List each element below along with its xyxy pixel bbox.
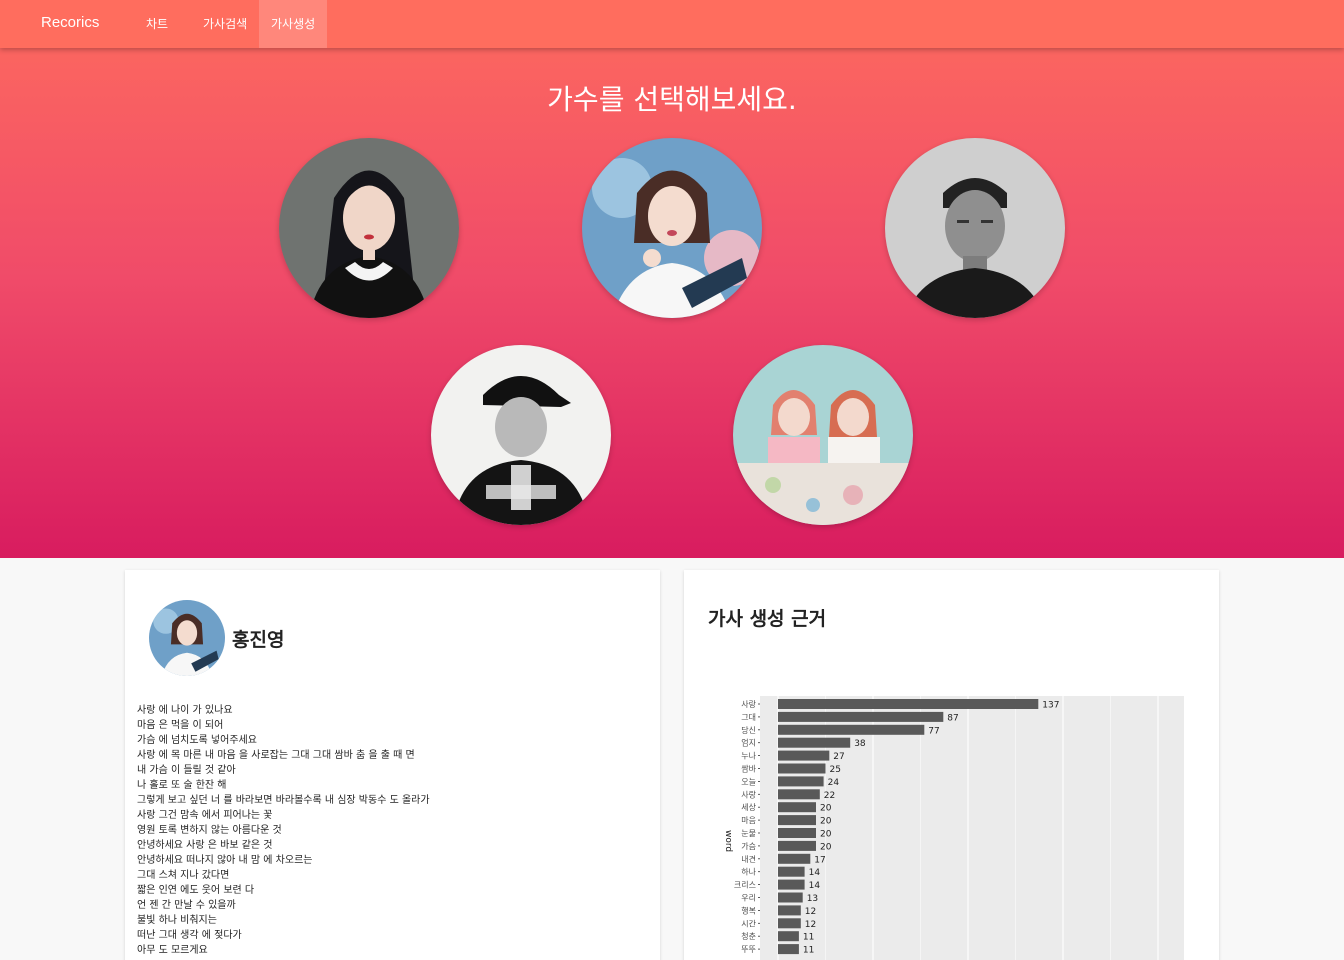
chart-bar — [778, 840, 816, 851]
artist-photo-1[interactable] — [279, 138, 459, 318]
category-label: 당신 — [741, 725, 756, 735]
chart-bar — [778, 815, 816, 826]
category-label: 시간 — [741, 918, 756, 928]
chart-bar — [778, 879, 805, 890]
nav-item-chart[interactable]: 차트 — [134, 0, 180, 48]
artist-photo-2[interactable] — [582, 138, 762, 318]
lyric-line: 사랑 에 목 마른 내 마음 을 사로잡는 그대 그대 쌈바 춤 을 출 때 면 — [137, 750, 415, 761]
nav-item-lyric-search[interactable]: 가사검색 — [191, 0, 259, 48]
chart-bar — [778, 724, 925, 735]
category-label: 내견 — [741, 854, 756, 864]
data-label: 11 — [803, 946, 814, 956]
nav-item-lyric-generate[interactable]: 가사생성 — [259, 0, 328, 48]
lyric-line: 나 홀로 또 술 한잔 해 — [137, 780, 227, 791]
category-label: 청춘 — [741, 932, 756, 941]
artist-photo-5[interactable] — [733, 345, 913, 525]
data-label: 25 — [830, 765, 841, 775]
category-label: 우리 — [741, 894, 756, 903]
category-label: 사랑 — [741, 789, 756, 799]
artist-photo-3[interactable] — [885, 138, 1065, 318]
data-label: 22 — [824, 791, 835, 801]
lyric-line: 사랑 에 나이 가 있나요 — [137, 705, 233, 716]
chart-bar — [778, 918, 801, 929]
data-label: 137 — [1042, 701, 1059, 711]
category-label: 가슴 — [741, 842, 756, 851]
lyric-line: 언 젠 간 만날 수 있을까 — [137, 900, 236, 911]
chart-bar — [778, 699, 1039, 709]
chart-bar — [778, 905, 801, 916]
category-label: 그대 — [741, 713, 756, 722]
word-frequency-chart: word 사랑 137 그대 87 당신 77 엄지 38 누나 27 쌈바 25 오늘 24 사랑 22 세상 2… — [723, 696, 1184, 960]
category-label: 마음 — [741, 816, 756, 825]
data-label: 20 — [820, 842, 832, 852]
chart-bar — [778, 750, 830, 761]
chart-bar — [778, 931, 799, 942]
hero-title: 가수를 선택해보세요. — [547, 83, 797, 116]
lyrics-card: 홍진영 사랑 에 나이 가 있나요 마음 은 먹을 이 되어 가슴 에 넘치도록… — [125, 570, 660, 960]
data-label: 20 — [820, 804, 832, 814]
data-label: 11 — [803, 933, 814, 943]
data-label: 12 — [805, 920, 816, 930]
category-label: 눈물 — [741, 829, 756, 838]
brand-logo[interactable]: Recorics — [41, 14, 99, 31]
lyric-line: 짧은 인연 에도 웃어 보련 다 — [137, 885, 255, 896]
lyric-line: 영원 토록 변하지 않는 아름다운 것 — [137, 825, 282, 836]
chart-title: 가사 생성 근거 — [708, 608, 827, 630]
data-label: 38 — [854, 739, 866, 749]
lyric-line: 사랑 그건 맘속 에서 피어나는 꽃 — [137, 810, 273, 821]
category-label: 누나 — [741, 752, 756, 761]
chart-bar — [778, 892, 803, 903]
generated-lyrics: 사랑 에 나이 가 있나요 마음 은 먹을 이 되어 가슴 에 넘치도록 넣어주… — [137, 703, 637, 958]
lyric-line: 안녕하세요 떠나지 않아 내 맘 에 차오르는 — [137, 855, 313, 866]
data-label: 17 — [814, 855, 825, 865]
artist-photo-4[interactable] — [431, 345, 611, 525]
hero-section: 가수를 선택해보세요. — [0, 48, 1344, 558]
data-label: 12 — [805, 907, 816, 917]
chart-card: 가사 생성 근거 word 사랑 137 그대 87 당신 77 엄지 38 누나 27 쌈바 25 오늘… — [684, 570, 1219, 960]
chart-bar — [778, 789, 820, 800]
lyric-line: 아무 도 모르게요 — [137, 945, 208, 956]
category-label: 엄지 — [741, 738, 756, 748]
chart-bar — [778, 828, 816, 838]
lyric-line: 떠난 그대 생각 에 젖다가 — [137, 930, 242, 941]
selected-artist-name: 홍진영 — [232, 629, 285, 651]
lyric-line: 가슴 에 넘치도록 넣어주세요 — [137, 735, 257, 746]
data-label: 14 — [809, 881, 821, 891]
chart-bar — [778, 711, 944, 722]
chart-bar — [778, 802, 816, 813]
lyric-line: 내 가슴 이 들릴 것 같아 — [137, 765, 236, 776]
chart-panel — [760, 696, 1184, 960]
data-label: 77 — [928, 726, 939, 736]
chart-bar — [778, 866, 805, 877]
chart-bar — [778, 944, 799, 955]
category-label: 오늘 — [741, 777, 756, 786]
data-label: 27 — [833, 752, 844, 762]
category-label: 하나 — [741, 867, 756, 877]
data-label: 14 — [809, 868, 821, 878]
lyric-line: 그대 스쳐 지나 갔다면 — [137, 870, 230, 881]
category-label: 쌈바 — [741, 764, 756, 774]
data-label: 20 — [820, 830, 832, 840]
category-label: 세상 — [741, 802, 756, 812]
category-label: 사랑 — [741, 699, 756, 709]
chart-bar — [778, 853, 811, 864]
chart-bar — [778, 737, 851, 748]
category-label: 크리스 — [734, 881, 756, 890]
lyric-line: 안녕하세요 사랑 은 바보 같은 것 — [137, 840, 273, 851]
lyric-line: 마음 은 먹을 이 되어 — [137, 720, 224, 731]
data-label: 20 — [820, 817, 832, 827]
chart-bar — [778, 776, 824, 787]
chart-bar — [778, 763, 826, 774]
lyric-line: 불빛 하나 비춰지는 — [137, 915, 217, 926]
lyric-line: 그렇게 보고 싶던 너 를 바라보면 바라볼수록 내 심장 박동수 도 올라가 — [137, 795, 430, 806]
data-label: 87 — [947, 713, 958, 723]
top-navbar: Recorics 차트 가사검색 가사생성 — [0, 0, 1344, 48]
category-label: 뚜뚜 — [741, 945, 756, 954]
selected-artist-avatar — [149, 600, 225, 676]
y-axis-label: word — [723, 830, 733, 852]
category-label: 행복 — [741, 905, 756, 915]
data-label: 24 — [828, 778, 840, 788]
data-label: 13 — [807, 894, 818, 904]
